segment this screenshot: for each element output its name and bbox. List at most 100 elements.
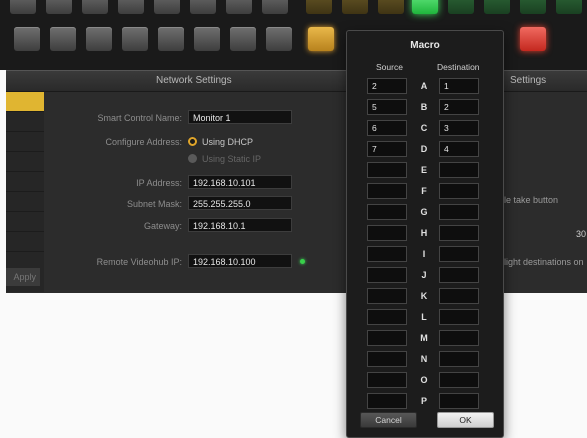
destination-field[interactable] [439,183,479,199]
control-button[interactable] [306,0,332,14]
macro-row-i: I [347,246,503,263]
destination-field[interactable]: 3 [439,120,479,136]
macro-row-e: E [347,162,503,179]
source-field[interactable] [367,393,407,409]
source-field[interactable]: 5 [367,99,407,115]
control-button[interactable] [262,0,288,14]
source-field[interactable] [367,162,407,178]
source-field[interactable]: 7 [367,141,407,157]
gateway-field[interactable]: 192.168.10.1 [188,218,292,232]
control-button[interactable] [230,27,256,51]
smart-control-name-field[interactable]: Monitor 1 [188,110,292,124]
destination-field[interactable]: 1 [439,78,479,94]
source-field[interactable] [367,246,407,262]
macro-row-a: 2 A 1 [347,78,503,95]
destination-column-header: Destination [437,62,480,72]
sidebar-item[interactable] [6,152,44,172]
destination-field[interactable] [439,267,479,283]
destination-field[interactable] [439,330,479,346]
highlight-destinations-text: hlight destinations on [499,257,584,267]
ok-button[interactable]: OK [437,412,494,428]
configure-address-label: Configure Address: [105,137,182,147]
control-button[interactable] [14,27,40,51]
control-button[interactable] [10,0,36,14]
destination-field[interactable] [439,351,479,367]
macro-letter: B [420,102,428,112]
control-button[interactable] [50,27,76,51]
static-ip-option-label: Using Static IP [202,154,262,164]
destination-field[interactable] [439,288,479,304]
control-button[interactable] [190,0,216,14]
macro-letter: N [420,354,428,364]
macro-letter: E [420,165,427,175]
cancel-button[interactable]: Cancel [360,412,417,428]
sidebar-item-selected[interactable] [6,92,44,112]
control-button[interactable] [448,0,474,14]
macro-letter: C [420,123,428,133]
macro-row-b: 5 B 2 [347,99,503,116]
source-field[interactable]: 2 [367,78,407,94]
macro-row-c: 6 C 3 [347,120,503,137]
source-field[interactable] [367,372,407,388]
macro-row-m: M [347,330,503,347]
macro-letter: L [421,312,427,322]
destination-field[interactable] [439,393,479,409]
destination-field[interactable] [439,246,479,262]
macro-letter: F [421,186,427,196]
macro-row-p: P [347,393,503,410]
macro-letter: G [420,207,428,217]
subnet-mask-label: Subnet Mask: [126,199,182,209]
source-field[interactable] [367,225,407,241]
control-button[interactable] [86,27,112,51]
macro-row-k: K [347,288,503,305]
source-field[interactable] [367,330,407,346]
control-button[interactable] [158,27,184,51]
source-field[interactable]: 6 [367,120,407,136]
control-button[interactable] [82,0,108,14]
macro-letter: J [421,270,427,280]
destination-field[interactable]: 2 [439,99,479,115]
control-button[interactable] [520,0,546,14]
ip-address-label: IP Address: [136,178,182,188]
destination-field[interactable] [439,225,479,241]
control-button[interactable] [308,27,334,51]
destination-field[interactable]: 4 [439,141,479,157]
remote-videohub-ip-label: Remote Videohub IP: [96,257,182,267]
destination-field[interactable] [439,204,479,220]
dhcp-option-label: Using DHCP [202,137,254,147]
source-field[interactable] [367,309,407,325]
source-field[interactable] [367,351,407,367]
control-button[interactable] [226,0,252,14]
control-button[interactable] [46,0,72,14]
control-button[interactable] [342,0,368,14]
source-field[interactable] [367,288,407,304]
ip-address-field[interactable]: 192.168.10.101 [188,175,292,189]
control-button[interactable] [154,0,180,14]
control-button[interactable] [118,0,144,14]
control-button[interactable] [520,27,546,51]
destination-field[interactable] [439,372,479,388]
control-button[interactable] [266,27,292,51]
control-button[interactable] [122,27,148,51]
macro-dialog: Macro Source Destination 2 A 1 5 B 2 6 C… [346,30,504,438]
macro-letter: M [420,333,428,343]
dhcp-radio[interactable] [188,137,197,146]
control-button[interactable] [194,27,220,51]
control-button[interactable] [412,0,438,14]
source-column-header: Source [376,62,403,72]
gateway-label: Gateway: [143,221,182,231]
subnet-mask-field[interactable]: 255.255.255.0 [188,196,292,210]
apply-button[interactable]: Apply [6,268,40,286]
destination-field[interactable] [439,162,479,178]
source-field[interactable] [367,183,407,199]
source-field[interactable] [367,204,407,220]
remote-videohub-ip-field[interactable]: 192.168.10.100 [188,254,292,268]
macro-row-g: G [347,204,503,221]
control-button[interactable] [378,0,404,14]
control-button[interactable] [556,0,582,14]
static-ip-radio[interactable] [188,154,197,163]
control-button[interactable] [484,0,510,14]
source-field[interactable] [367,267,407,283]
sidebar-item[interactable] [6,232,44,252]
destination-field[interactable] [439,309,479,325]
